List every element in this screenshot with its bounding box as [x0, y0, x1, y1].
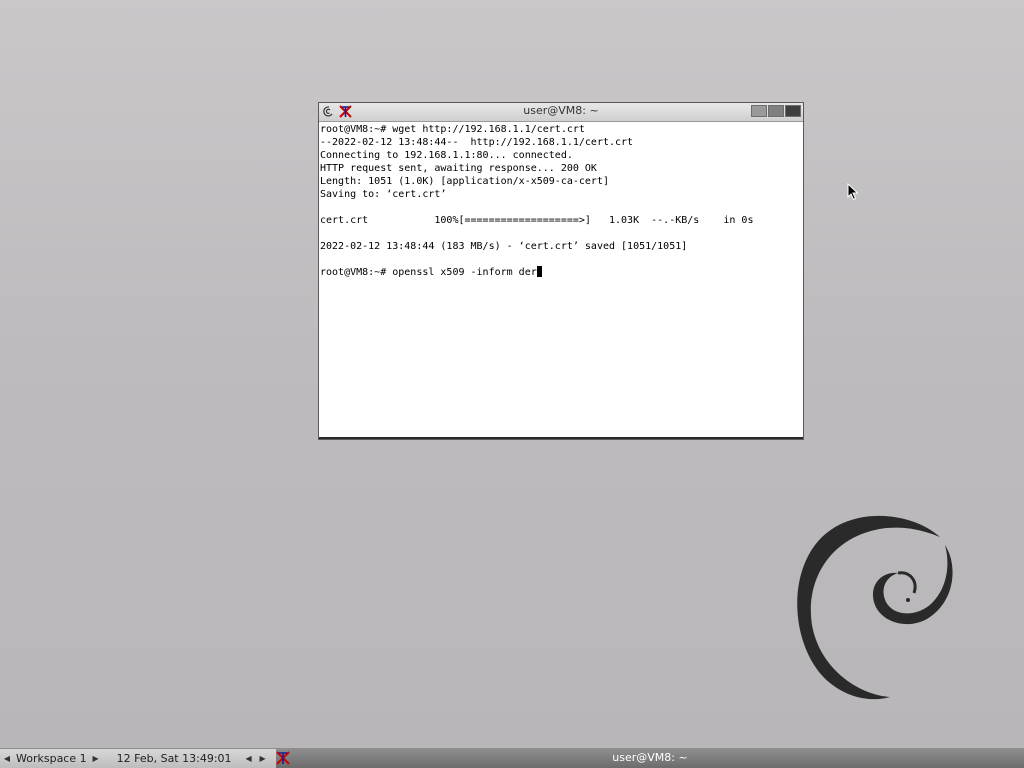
workspace-label[interactable]: Workspace 1 — [16, 752, 87, 765]
taskbar-left: ◀ Workspace 1 ▶ 12 Feb, Sat 13:49:01 ◀ ▶ — [0, 749, 276, 768]
taskbar-app-label: user@VM8: ~ — [612, 751, 688, 764]
window-title: user@VM8: ~ — [523, 104, 599, 117]
terminal-prompt-line[interactable]: root@VM8:~# openssl x509 -inform der — [320, 266, 802, 279]
maximize-button[interactable] — [768, 105, 784, 117]
task-prev-icon[interactable]: ◀ — [242, 754, 256, 763]
window-titlebar[interactable]: user@VM8: ~ — [319, 103, 803, 122]
terminal-line: 2022-02-12 13:48:44 (183 MB/s) - ‘cert.c… — [320, 241, 688, 252]
task-next-icon[interactable]: ▶ — [256, 754, 270, 763]
workspace-prev-icon[interactable]: ◀ — [0, 754, 14, 763]
mouse-pointer-icon — [847, 183, 859, 201]
terminal-command: root@VM8:~# openssl x509 -inform der — [320, 267, 537, 278]
text-cursor — [536, 266, 542, 277]
terminal-line: root@VM8:~# wget http://192.168.1.1/cert… — [320, 124, 585, 135]
taskbar: ◀ Workspace 1 ▶ 12 Feb, Sat 13:49:01 ◀ ▶… — [0, 748, 1024, 768]
terminal-window[interactable]: user@VM8: ~ root@VM8:~# wget http://192.… — [318, 102, 804, 440]
close-button[interactable] — [785, 105, 801, 117]
terminal-output[interactable]: root@VM8:~# wget http://192.168.1.1/cert… — [320, 123, 802, 437]
terminal-line: Length: 1051 (1.0K) [application/x-x509-… — [320, 176, 609, 187]
minimize-button[interactable] — [751, 105, 767, 117]
window-bottom-border — [319, 437, 803, 439]
terminal-line: --2022-02-12 13:48:44-- http://192.168.1… — [320, 137, 634, 148]
terminal-line: HTTP request sent, awaiting response... … — [320, 163, 597, 174]
workspace-next-icon[interactable]: ▶ — [89, 754, 103, 763]
debian-swirl-icon — [797, 515, 953, 700]
terminal-line: Connecting to 192.168.1.1:80... connecte… — [320, 150, 573, 161]
terminal-line: cert.crt 100%[===================>] 1.03… — [320, 215, 754, 226]
terminal-line: Saving to: ‘cert.crt’ — [320, 189, 447, 200]
clock: 12 Feb, Sat 13:49:01 — [116, 752, 232, 765]
taskbar-app-button[interactable]: user@VM8: ~ — [276, 749, 1024, 768]
